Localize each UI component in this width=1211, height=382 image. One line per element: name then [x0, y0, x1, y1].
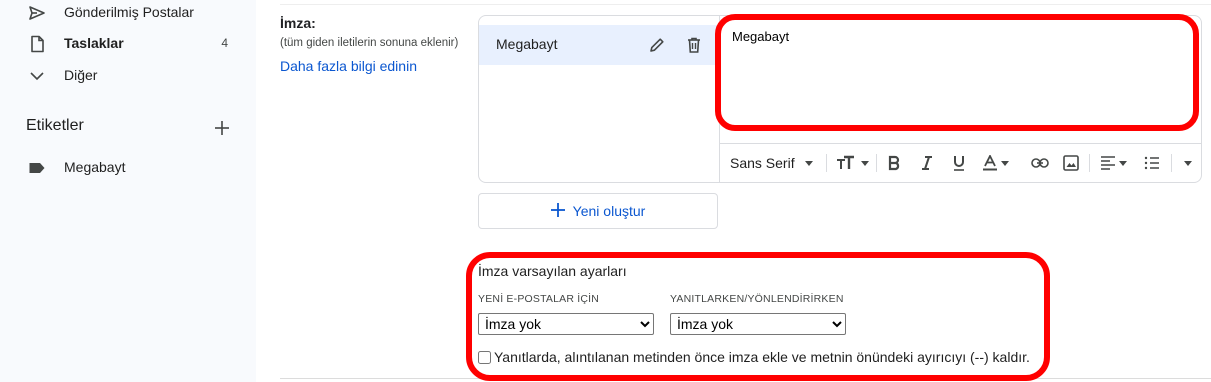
align-button[interactable]	[1100, 144, 1127, 182]
italic-icon	[920, 155, 934, 171]
new-emails-label: YENİ E-POSTALAR İÇİN	[478, 293, 600, 305]
signature-name: Megabayt	[496, 36, 558, 52]
sidebar-item-drafts[interactable]: Taslaklar 4	[0, 27, 256, 59]
divider	[280, 378, 1211, 379]
delete-icon[interactable]	[684, 35, 704, 55]
send-icon	[28, 4, 46, 22]
image-button[interactable]	[1063, 144, 1079, 182]
chevron-down-icon	[1119, 160, 1127, 166]
chevron-down-icon	[861, 160, 869, 166]
edit-icon[interactable]	[647, 35, 667, 55]
text-color-button[interactable]	[983, 144, 1009, 182]
toolbar-separator	[1089, 154, 1090, 172]
add-label-icon[interactable]	[212, 118, 232, 138]
toolbar-separator	[876, 154, 877, 172]
signature-list: Megabayt	[479, 16, 720, 182]
chevron-down-icon	[28, 67, 46, 85]
learn-more-link[interactable]: Daha fazla bilgi edinin	[280, 58, 417, 74]
labels-header: Etiketler	[26, 117, 84, 134]
create-new-signature-button[interactable]: Yeni oluştur	[478, 193, 718, 229]
bold-icon	[887, 155, 901, 171]
formatting-toolbar: Sans Serif	[720, 143, 1201, 182]
align-left-icon	[1100, 156, 1116, 170]
sidebar-item-more[interactable]: Diğer	[0, 59, 256, 91]
image-icon	[1063, 155, 1079, 171]
reply-forward-signature-select[interactable]: İmza yok	[670, 313, 846, 335]
chevron-down-icon	[804, 160, 813, 166]
new-emails-signature-select[interactable]: İmza yok	[478, 313, 654, 335]
sidebar: Gönderilmiş Postalar Taslaklar 4 Diğer E…	[0, 0, 256, 382]
create-new-label: Yeni oluştur	[572, 203, 646, 219]
text-size-icon	[836, 155, 858, 171]
link-button[interactable]	[1031, 144, 1049, 182]
plus-icon	[550, 202, 565, 220]
checkbox-label: Yanıtlarda, alıntılanan metinden önce im…	[494, 349, 1030, 365]
signature-panel: Megabayt Megabayt Sans Serif	[478, 15, 1202, 183]
drafts-count: 4	[221, 36, 228, 50]
sidebar-item-label: Diğer	[64, 67, 98, 83]
draft-icon	[28, 35, 46, 53]
chevron-down-icon	[1184, 160, 1192, 166]
underline-button[interactable]	[952, 144, 966, 182]
reply-forward-label: YANITLARKEN/YÖNLENDİRİRKEN	[670, 293, 844, 305]
link-icon	[1031, 158, 1049, 168]
numbered-list-icon	[1144, 156, 1160, 170]
sidebar-label-megabayt[interactable]: Megabayt	[0, 151, 256, 183]
bold-button[interactable]	[887, 144, 901, 182]
signature-list-item[interactable]: Megabayt	[479, 25, 719, 65]
font-size-button[interactable]	[836, 144, 869, 182]
sidebar-item-sent[interactable]: Gönderilmiş Postalar	[0, 0, 256, 28]
toolbar-separator	[826, 154, 827, 172]
italic-button[interactable]	[920, 144, 934, 182]
insert-signature-before-quote-checkbox[interactable]	[478, 350, 491, 364]
toolbar-separator	[1171, 154, 1172, 172]
sidebar-item-label: Taslaklar	[64, 35, 124, 51]
signature-defaults-title: İmza varsayılan ayarları	[478, 263, 627, 279]
numbered-list-button[interactable]	[1144, 144, 1160, 182]
insert-signature-before-quote-option[interactable]: Yanıtlarda, alıntılanan metinden önce im…	[478, 349, 1030, 365]
text-color-icon	[983, 155, 997, 171]
signature-subtitle: (tüm giden iletilerin sonuna eklenir)	[280, 37, 459, 49]
label-icon	[28, 159, 46, 177]
font-family-select[interactable]: Sans Serif	[730, 144, 813, 182]
signature-editor-text: Megabayt	[732, 29, 790, 44]
divider	[280, 4, 1211, 5]
sidebar-item-label: Gönderilmiş Postalar	[64, 4, 194, 20]
underline-icon	[952, 155, 966, 171]
font-family-label: Sans Serif	[730, 155, 795, 171]
more-formatting-button[interactable]	[1184, 144, 1192, 182]
signature-title: İmza:	[280, 15, 316, 31]
chevron-down-icon	[1001, 160, 1009, 166]
signature-editor[interactable]: Megabayt	[720, 16, 1201, 142]
sidebar-item-label: Megabayt	[64, 159, 126, 175]
